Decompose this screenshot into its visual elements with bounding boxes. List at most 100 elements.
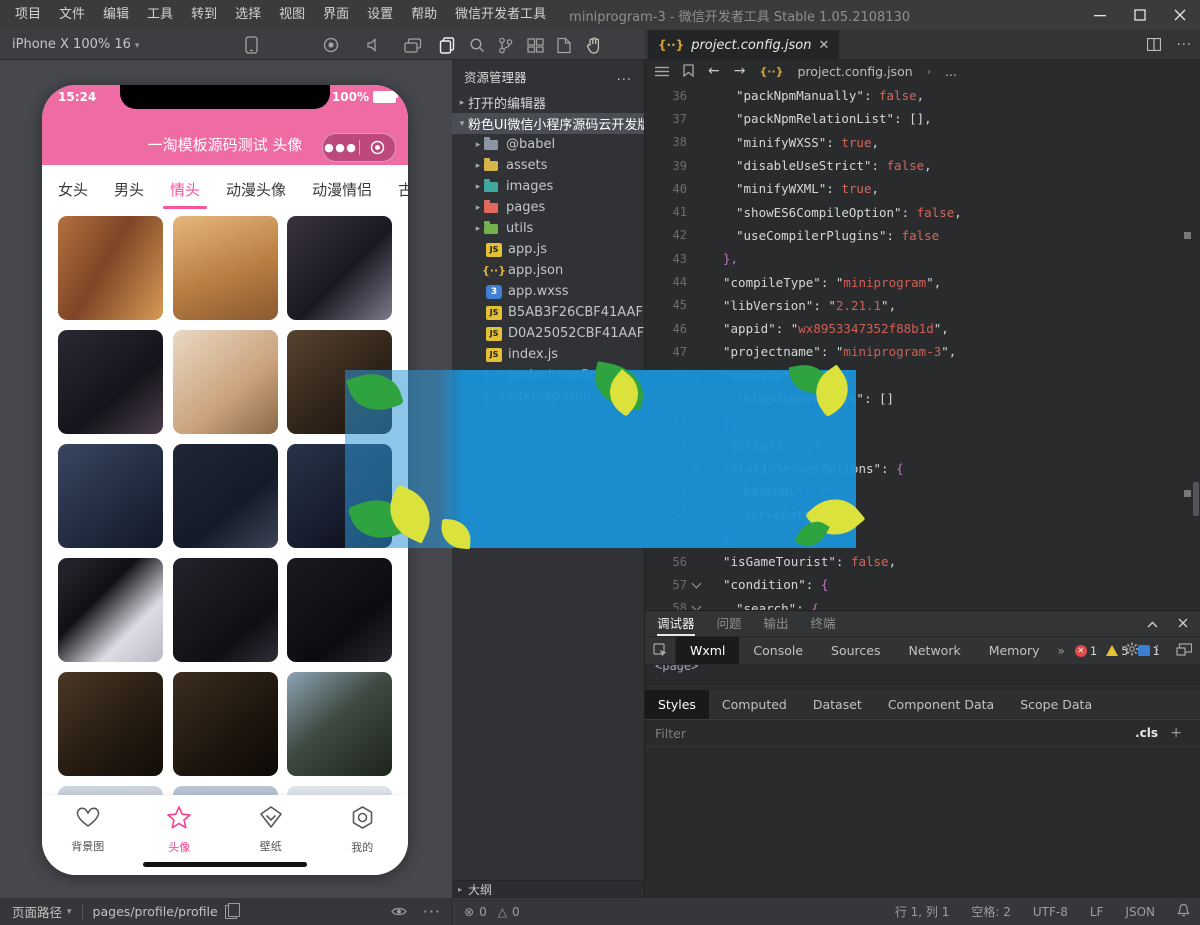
error-badge[interactable]: ✕1 (1075, 644, 1097, 658)
code-line-37[interactable]: 37"packNpmRelationList": [], (645, 107, 1200, 130)
menu-2[interactable]: 编辑 (94, 0, 138, 30)
devtools-tab-wxml[interactable]: Wxml (676, 637, 739, 664)
avatar-image[interactable] (58, 672, 163, 776)
copy-path-icon[interactable] (225, 905, 237, 919)
bell-icon[interactable] (1177, 903, 1190, 920)
kebab-menu-icon[interactable]: ⋮ (1151, 643, 1164, 658)
debugger-tab-2[interactable]: 输出 (764, 612, 789, 636)
back-icon[interactable]: ← (708, 63, 720, 79)
code-line-42[interactable]: 42"useCompilerPlugins": false (645, 224, 1200, 247)
record-icon[interactable] (320, 34, 342, 56)
minimize-button[interactable] (1080, 0, 1120, 30)
tree-file-1[interactable]: {··}app.json (452, 260, 644, 281)
menu-4[interactable]: 转到 (182, 0, 226, 30)
tree-folder-babel[interactable]: ▸@babel (452, 134, 644, 155)
cursor-position[interactable]: 行 1, 列 1 (895, 903, 950, 920)
inspector-tab-component-data[interactable]: Component Data (875, 690, 1007, 719)
page-path-value[interactable]: pages/profile/profile (93, 904, 218, 919)
category-tab-2[interactable]: 情头 (170, 179, 200, 200)
avatar-image[interactable] (58, 558, 163, 662)
eye-icon[interactable] (391, 902, 407, 921)
inspector-tab-styles[interactable]: Styles (645, 690, 709, 719)
bookmark-icon[interactable] (683, 62, 694, 81)
code-line-56[interactable]: 56"isGameTourist": false, (645, 550, 1200, 573)
code-line-40[interactable]: 40"minifyWXML": true, (645, 177, 1200, 200)
avatar-image[interactable] (173, 444, 278, 548)
menu-8[interactable]: 设置 (358, 0, 402, 30)
avatar-image[interactable] (58, 786, 163, 795)
avatar-image[interactable] (173, 216, 278, 320)
avatar-image[interactable] (287, 672, 392, 776)
promo-overlay[interactable] (345, 370, 856, 548)
menu-5[interactable]: 选择 (226, 0, 270, 30)
avatar-image[interactable] (173, 672, 278, 776)
git-branch-icon[interactable] (494, 34, 516, 56)
code-line-39[interactable]: 39"disableUseStrict": false, (645, 154, 1200, 177)
inspector-tab-dataset[interactable]: Dataset (800, 690, 875, 719)
avatar-image[interactable] (58, 216, 163, 320)
filter-input[interactable] (645, 725, 1037, 742)
language-mode[interactable]: JSON (1125, 905, 1155, 919)
menu-10[interactable]: 微信开发者工具 (446, 0, 555, 30)
tree-project-root[interactable]: ▾粉色UI微信小程序源码云开发版 (452, 113, 644, 134)
problems-summary[interactable]: ⊗0 △0 (464, 905, 520, 919)
tree-folder-assets[interactable]: ▸assets (452, 155, 644, 176)
tree-folder-images[interactable]: ▸images (452, 176, 644, 197)
more-menu-icon[interactable]: ●●● (323, 141, 359, 154)
category-tab-5[interactable]: 古 (398, 179, 408, 200)
avatar-image[interactable] (287, 216, 392, 320)
collapse-panel-icon[interactable] (1147, 617, 1158, 631)
inspector-tab-computed[interactable]: Computed (709, 690, 800, 719)
phone-mode-icon[interactable] (240, 34, 262, 56)
devtools-tab-network[interactable]: Network (895, 637, 975, 664)
tree-open-editors[interactable]: ▸打开的编辑器 (452, 92, 644, 113)
page-path-label[interactable]: 页面路径 (12, 902, 62, 921)
file-icon[interactable] (553, 34, 575, 56)
outline-section[interactable]: ▸ 大纲 (452, 880, 645, 898)
category-tab-3[interactable]: 动漫头像 (226, 179, 286, 200)
code-line-41[interactable]: 41"showES6CompileOption": false, (645, 200, 1200, 223)
file-explorer-icon[interactable] (436, 34, 458, 56)
menu-0[interactable]: 项目 (6, 0, 50, 30)
code-line-46[interactable]: 46"appid": "wx8953347352f88b1d", (645, 317, 1200, 340)
code-line-58[interactable]: 58"search": { (645, 597, 1200, 610)
code-line-38[interactable]: 38"minifyWXSS": true, (645, 131, 1200, 154)
device-picker[interactable]: iPhone X 100% 16▾ (12, 30, 139, 61)
tree-file-2[interactable]: 3app.wxss (452, 281, 644, 302)
more-actions-icon[interactable]: ··· (423, 902, 441, 921)
tree-file-4[interactable]: JSD0A25052CBF41AAFB6... (452, 323, 644, 344)
avatar-image[interactable] (173, 558, 278, 662)
avatar-image[interactable] (287, 558, 392, 662)
scrollbar-thumb[interactable] (1193, 482, 1199, 516)
tree-file-0[interactable]: JSapp.js (452, 239, 644, 260)
category-tab-0[interactable]: 女头 (58, 179, 88, 200)
fold-chevron-icon[interactable] (687, 577, 707, 593)
maximize-button[interactable] (1120, 0, 1160, 30)
code-line-47[interactable]: 47"projectname": "miniprogram-3", (645, 340, 1200, 363)
explorer-more-icon[interactable]: ... (617, 69, 632, 84)
tab-project-config-json[interactable]: {··} project.config.json ✕ (648, 30, 839, 60)
nav-item-0[interactable]: 背景图 (53, 805, 123, 854)
devtools-tab-memory[interactable]: Memory (975, 637, 1054, 664)
element-tree-strip[interactable]: <page> (645, 665, 1200, 681)
encoding[interactable]: UTF-8 (1033, 905, 1068, 919)
avatar-image[interactable] (173, 786, 278, 795)
more-actions-icon[interactable]: ··· (1177, 38, 1192, 53)
debugger-tab-1[interactable]: 问题 (717, 612, 742, 636)
category-tab-1[interactable]: 男头 (114, 179, 144, 200)
code-line-43[interactable]: 43}, (645, 247, 1200, 270)
forward-icon[interactable]: → (734, 63, 746, 79)
avatar-image[interactable] (58, 444, 163, 548)
nav-item-3[interactable]: 我的 (327, 805, 397, 855)
avatar-image[interactable] (173, 330, 278, 434)
debugger-tab-0[interactable]: 调试器 (657, 612, 695, 636)
tree-file-5[interactable]: JSindex.js (452, 344, 644, 365)
nav-item-1[interactable]: 头像 (144, 805, 214, 855)
close-tab-icon[interactable]: ✕ (818, 38, 829, 53)
multi-window-icon[interactable] (402, 34, 424, 56)
category-tab-4[interactable]: 动漫情侣 (312, 179, 372, 200)
inspector-tab-scope-data[interactable]: Scope Data (1007, 690, 1105, 719)
code-line-44[interactable]: 44"compileType": "miniprogram", (645, 270, 1200, 293)
tree-file-3[interactable]: JSB5AB3F26CBF41AAFD3... (452, 302, 644, 323)
avatar-image[interactable] (58, 330, 163, 434)
